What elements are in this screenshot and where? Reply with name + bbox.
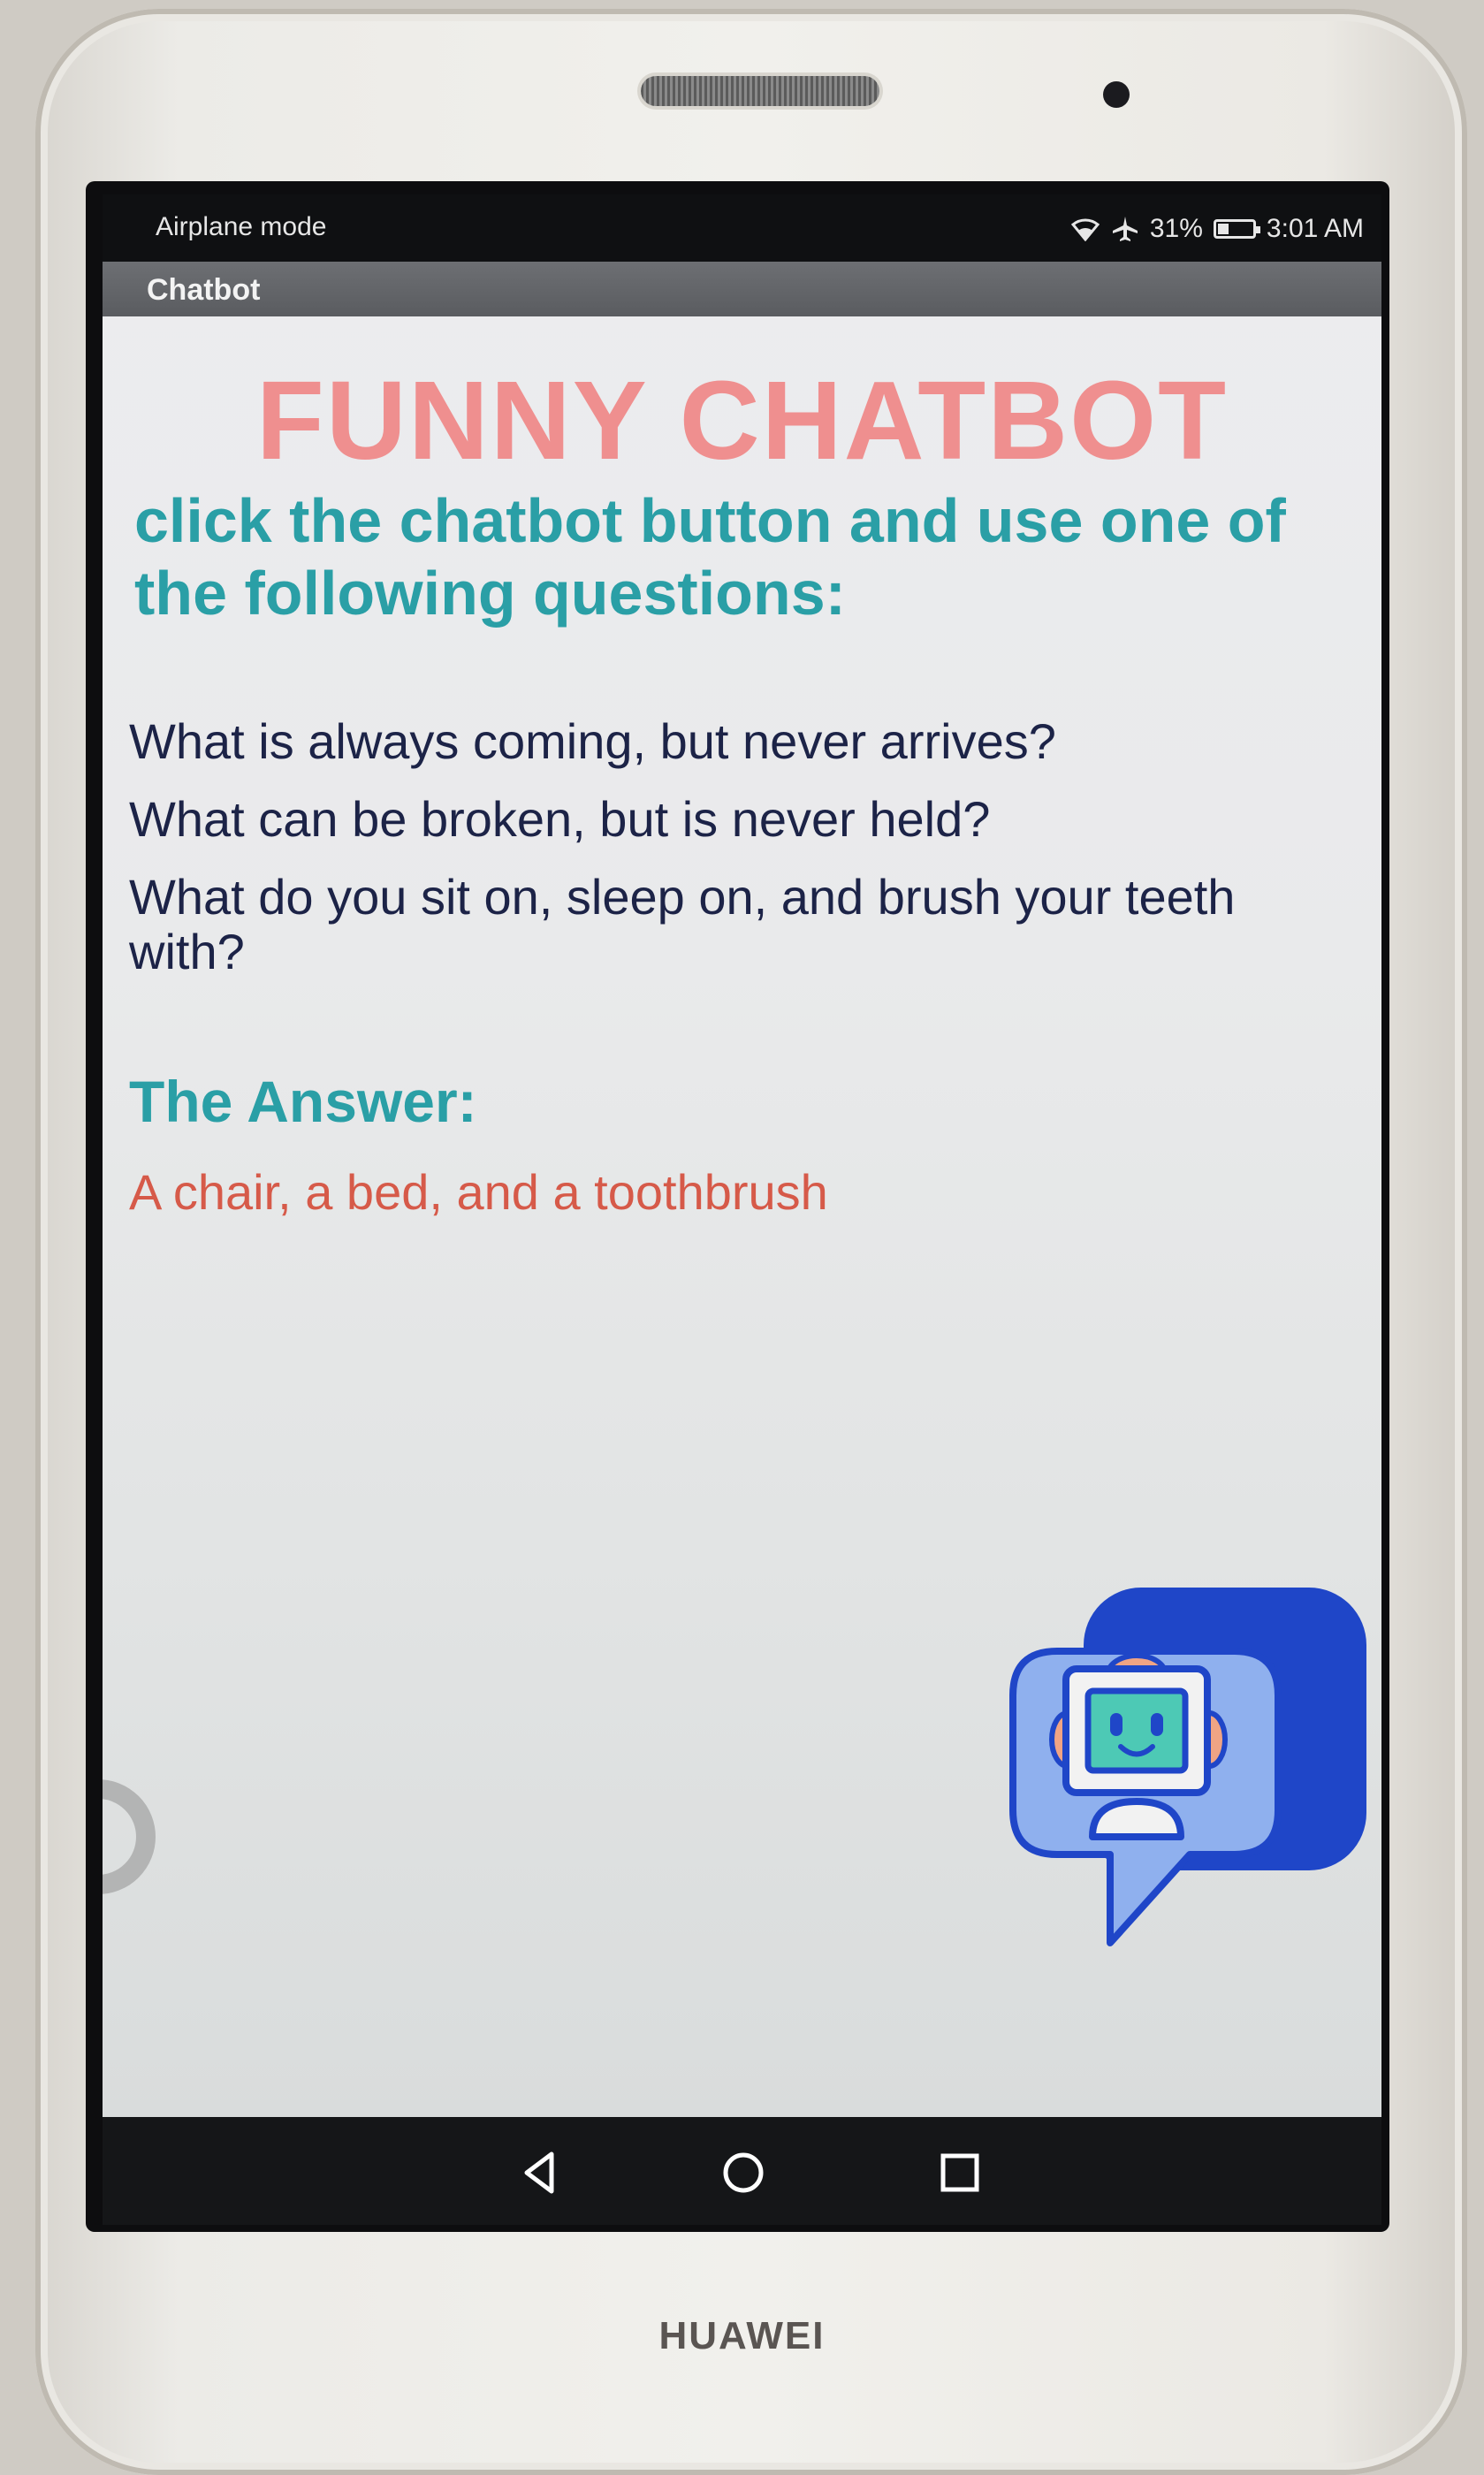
instructions-text: click the chatbot button and use one of … bbox=[134, 486, 1286, 628]
wifi-icon bbox=[1070, 218, 1100, 241]
screen: Airplane mode 31% 3:01 AM Chatbot FUNNY … bbox=[103, 194, 1381, 2117]
recents-icon[interactable] bbox=[929, 2142, 991, 2204]
front-camera bbox=[1103, 81, 1130, 108]
app-bar: Chatbot bbox=[103, 262, 1381, 316]
questions-list: What is always coming, but never arrives… bbox=[129, 714, 1349, 1002]
chatbot-button[interactable] bbox=[1004, 1580, 1375, 2005]
chatbot-robot-icon bbox=[1009, 1588, 1366, 1946]
navigation-bar bbox=[103, 2117, 1381, 2225]
status-icons: 31% 3:01 AM bbox=[1070, 214, 1364, 244]
battery-percent: 31% bbox=[1149, 214, 1203, 243]
airplane-mode-text: Airplane mode bbox=[156, 212, 327, 241]
answer-heading: The Answer: bbox=[129, 1069, 477, 1134]
airplane-icon bbox=[1112, 217, 1138, 241]
back-icon[interactable] bbox=[509, 2142, 571, 2204]
loading-spinner-icon bbox=[103, 1779, 156, 1894]
battery-icon bbox=[1213, 219, 1260, 239]
question-item: What can be broken, but is never held? bbox=[129, 791, 991, 847]
app-title: Chatbot bbox=[147, 273, 261, 307]
question-item: What do you sit on, sleep on, and brush … bbox=[129, 869, 1236, 979]
answer-text: A chair, a bed, and a toothbrush bbox=[129, 1164, 828, 1220]
brand-logo: HUAWEI bbox=[658, 2314, 826, 2357]
status-bar: Airplane mode 31% 3:01 AM bbox=[103, 194, 1381, 262]
main-content: FUNNY CHATBOT click the chatbot button a… bbox=[103, 316, 1381, 1961]
home-icon[interactable] bbox=[712, 2142, 774, 2204]
page-title: FUNNY CHATBOT bbox=[255, 358, 1229, 483]
speaker-grille bbox=[641, 76, 879, 106]
clock: 3:01 AM bbox=[1266, 214, 1364, 243]
question-item: What is always coming, but never arrives… bbox=[129, 713, 1056, 769]
